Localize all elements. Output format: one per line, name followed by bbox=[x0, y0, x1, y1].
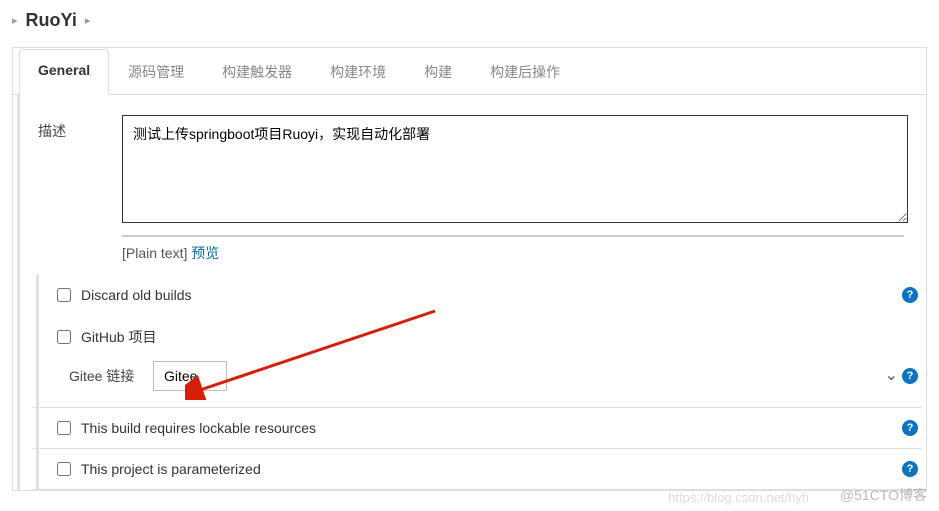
help-icon[interactable]: ? bbox=[902, 420, 918, 436]
parameterized-label: This project is parameterized bbox=[81, 461, 261, 477]
plain-text-label: [Plain text] bbox=[122, 245, 187, 261]
help-icon[interactable]: ? bbox=[902, 461, 918, 477]
gitee-label: Gitee 链接 bbox=[69, 366, 141, 386]
preview-row: [Plain text] 预览 bbox=[122, 235, 904, 263]
gitee-row: Gitee 链接 Gitee ? bbox=[57, 355, 908, 403]
lockable-resources-checkbox[interactable] bbox=[57, 421, 71, 435]
tab-bar: General 源码管理 构建触发器 构建环境 构建 构建后操作 bbox=[13, 48, 926, 95]
watermark-csdn: https://blog.csdn.net/hyh bbox=[668, 490, 809, 505]
tab-env[interactable]: 构建环境 bbox=[311, 49, 405, 95]
help-icon[interactable]: ? bbox=[902, 287, 918, 303]
gitee-select[interactable]: Gitee bbox=[153, 361, 227, 391]
description-label: 描述 bbox=[38, 115, 102, 141]
tab-scm[interactable]: 源码管理 bbox=[109, 49, 203, 95]
help-icon[interactable]: ? bbox=[902, 368, 918, 384]
github-project-checkbox[interactable] bbox=[57, 330, 71, 344]
description-section: 描述 测试上传springboot项目Ruoyi，实现自动化部署 [Plain … bbox=[17, 95, 926, 275]
discard-old-builds-label: Discard old builds bbox=[81, 287, 192, 303]
breadcrumb-title[interactable]: RuoYi bbox=[26, 10, 77, 31]
breadcrumb: ▸ RuoYi ▸ bbox=[0, 0, 939, 47]
chevron-right-icon: ▸ bbox=[85, 14, 91, 27]
description-input[interactable]: 测试上传springboot项目Ruoyi，实现自动化部署 bbox=[122, 115, 908, 223]
github-project-label: GitHub 项目 bbox=[81, 327, 156, 347]
discard-old-builds-row: Discard old builds ? bbox=[57, 279, 908, 311]
tab-postbuild[interactable]: 构建后操作 bbox=[471, 49, 579, 95]
watermark-51cto: @51CTO博客 bbox=[840, 485, 927, 505]
github-project-row: GitHub 项目 bbox=[57, 319, 908, 355]
tab-triggers[interactable]: 构建触发器 bbox=[203, 49, 311, 95]
options-section: Discard old builds ? GitHub 项目 Gitee 链接 … bbox=[17, 275, 926, 490]
lockable-resources-row: This build requires lockable resources ? bbox=[57, 412, 908, 444]
config-panel: General 源码管理 构建触发器 构建环境 构建 构建后操作 描述 测试上传… bbox=[12, 47, 927, 491]
lockable-resources-label: This build requires lockable resources bbox=[81, 420, 316, 436]
tab-build[interactable]: 构建 bbox=[405, 49, 471, 95]
parameterized-row: This project is parameterized ? bbox=[57, 453, 908, 485]
chevron-right-icon: ▸ bbox=[12, 14, 18, 27]
preview-link[interactable]: 预览 bbox=[191, 245, 219, 261]
discard-old-builds-checkbox[interactable] bbox=[57, 288, 71, 302]
tab-general[interactable]: General bbox=[19, 49, 109, 95]
parameterized-checkbox[interactable] bbox=[57, 462, 71, 476]
